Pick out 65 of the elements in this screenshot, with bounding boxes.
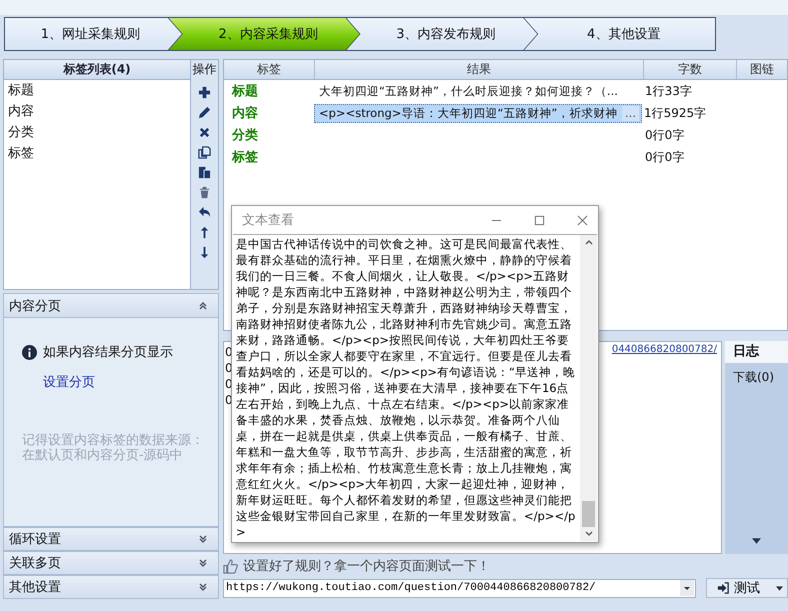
table-cell-text: 标题	[230, 83, 259, 100]
tip-text: 设置好了规则？拿一个内容页面测试一下！	[243, 558, 490, 575]
section-header[interactable]: 关联多页	[3, 551, 219, 576]
dialog-title: 文本查看	[242, 212, 294, 229]
step-tab[interactable]: 3、内容发布规则	[346, 18, 538, 50]
info-text: 如果内容结果分页显示	[43, 344, 173, 362]
tag-list-item[interactable]: 标签	[4, 143, 190, 164]
note-text: 记得设置内容标签的数据来源：在默认页和内容分页-源码中	[22, 433, 205, 464]
undo-icon[interactable]	[198, 206, 211, 219]
scrollbar[interactable]	[580, 235, 597, 541]
url-link[interactable]: 0440866820800782/	[612, 344, 717, 355]
paste-icon[interactable]	[198, 166, 211, 179]
url-field[interactable]: https://wukong.toutiao.com/question/7000440866820800782/	[223, 578, 696, 598]
section-header[interactable]: 其他设置	[3, 575, 219, 600]
set-paging-link[interactable]: 设置分页	[43, 373, 95, 392]
table-cell-text: 1行33字	[644, 82, 693, 100]
plus-icon[interactable]	[198, 86, 211, 99]
step-tab[interactable]: 1、网址采集规则	[5, 18, 182, 50]
column-header: 标签	[224, 60, 315, 79]
scroll-down-icon[interactable]	[584, 531, 592, 537]
table-cell-text: 内容	[231, 104, 259, 122]
column-header: 字数	[644, 60, 737, 79]
tag-list-item[interactable]: 分类	[4, 122, 190, 143]
caret-down-icon[interactable]	[752, 538, 761, 544]
scroll-up-icon[interactable]	[584, 239, 592, 245]
section-title: 循环设置	[9, 531, 61, 548]
column-header: 图链	[749, 61, 775, 78]
scroll-thumb[interactable]	[582, 501, 595, 527]
result-cell[interactable]: <p><strong>导语：大年初四迎“五路财神”，祈求财神 ...	[314, 104, 642, 122]
table-cell-text: 1行5925字	[643, 104, 708, 122]
column-header: 结果	[315, 60, 644, 79]
section-header[interactable]: 循环设置	[3, 527, 219, 552]
down-arrow-icon[interactable]	[198, 246, 211, 259]
cross-icon[interactable]	[198, 126, 211, 139]
log-item[interactable]: 下载(0)	[725, 363, 788, 386]
section-title: 其他设置	[9, 579, 61, 596]
table-cell-text: 0行0字	[644, 148, 686, 166]
result-cell[interactable]: 大年初四迎“五路财神”，什么时辰迎接？如何迎接？（...	[314, 82, 642, 100]
maximize-icon[interactable]	[534, 214, 545, 226]
operations-header: 操作	[192, 61, 216, 78]
table-cell-text: 0行0字	[644, 126, 686, 144]
copy-icon[interactable]	[198, 146, 211, 159]
dropdown-icon[interactable]	[680, 580, 694, 596]
section-header[interactable]: 内容分页	[3, 292, 219, 318]
test-button[interactable]: 测试	[706, 578, 788, 598]
login-arrow-icon	[717, 582, 730, 594]
table-cell-text: 分类	[230, 127, 259, 144]
caret-down-icon	[776, 586, 783, 590]
step-tab[interactable]: 2、内容采集规则	[168, 18, 360, 50]
table-cell-text: 标签	[230, 149, 259, 166]
more-button[interactable]: ...	[622, 106, 639, 120]
step-tab[interactable]: 4、其他设置	[524, 18, 715, 50]
up-arrow-icon[interactable]	[198, 226, 211, 239]
tag-list-header: 标签列表(4)	[4, 60, 190, 80]
text-content: 是中国古代神话传说中的司饮食之神。这可是民间最富代表性、最有群众基础的流行神。平日里，在烟熏火燎中，静静的守候着我们的一日三餐。不食人间烟火，让人敬畏。</p><p>五路财神呢？是东西南北中五路财神，中路财神赵公明为主，带领四个弟子，分别是东路财神招宝天尊萧升，西路财神纳珍天尊曹宝，南路财神招财使者陈九公，北路财神利市先官姚少司。寓意五路来财，路路通畅。</p><p>按照民间传说，大年初四灶王爷要查户口，所以全家人都要守在家里，不宜远行。但要是侄儿去看看姑妈啥的，还是可以的。</p><p>有句谚语说：“早送神，晚接神”，因此，按照习俗，送神要在大清早，接神要在下午16点左右开始，到晚上九点、十点左右结束。</p><p>以前家家准备丰盛的水果，焚香点烛、放鞭炮，以示恭贺。准备两个八仙桌，拼在一起就是供桌，供桌上供奉贡品，一般有橘子、甘蔗、年糕和一盘大鱼等，取节节高升、步步高，生活甜蜜的寓意，祈求年年有余；插上松柏、竹枝寓意生意长青；放上几挂鞭炮，寓意红红火火。</p><p>大年初四，大家一起迎灶神，迎财神，新年财运旺旺。每个人都怀着发财的希望，但愿这些神灵们能把这些金银财宝带回自己家里，在新的一年里发财致富。</p></p>	[235, 236, 576, 541]
info-icon	[22, 344, 37, 360]
log-title: 日志	[725, 341, 788, 363]
section-title: 内容分页	[9, 298, 61, 315]
section-title: 关联多页	[9, 555, 61, 572]
trash-icon[interactable]	[198, 186, 211, 199]
tag-list-item[interactable]: 标题	[4, 80, 190, 101]
pencil-icon[interactable]	[198, 106, 211, 119]
thumbs-up-icon	[223, 558, 238, 574]
tag-list-item[interactable]: 内容	[4, 101, 190, 122]
close-icon[interactable]	[577, 214, 588, 226]
